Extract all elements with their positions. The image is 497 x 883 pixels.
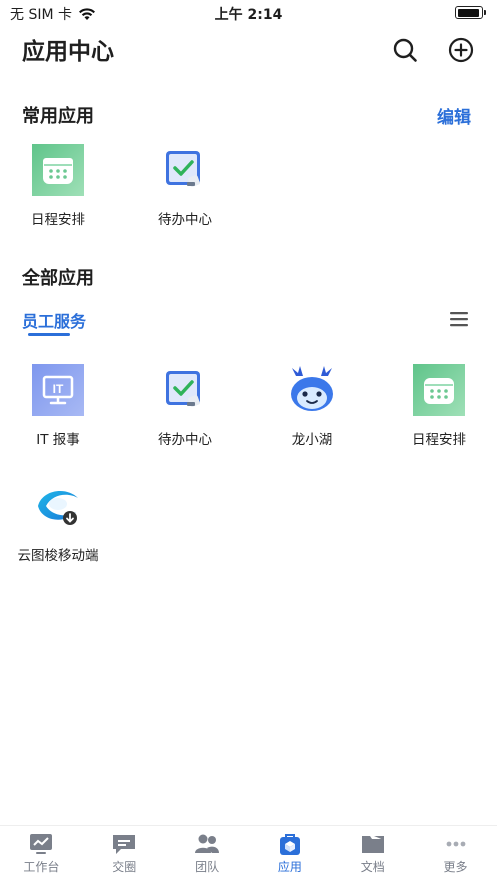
tab-label: 更多 [443,860,468,874]
app-label: IT 报事 [36,432,80,448]
header-actions [391,36,475,64]
tab-label: 应用 [277,860,302,874]
todo-icon [159,364,211,416]
app-label: 日程安排 [412,432,466,448]
tab-more[interactable]: 更多 [414,826,497,883]
tab-label: 工作台 [23,860,60,874]
chat-icon [113,835,136,854]
tab-team[interactable]: 团队 [166,826,249,883]
search-icon[interactable] [391,36,419,64]
folder-icon [361,836,384,853]
app-label: 待办中心 [158,432,212,448]
tab-label: 文档 [360,860,385,874]
status-time: 上午 2:14 [214,7,283,23]
cloud-app-icon [32,480,84,532]
more-icon [446,841,465,847]
app-item-todo[interactable]: 待办中心 [130,144,240,228]
it-report-icon: IT [32,364,84,416]
status-bar: 无 SIM 卡 上午 2:14 [0,0,497,26]
app-label: 龙小湖 [291,432,333,448]
tab-label: 团队 [195,860,220,874]
app-item-todo[interactable]: 待办中心 [130,364,240,448]
app-label: 云图梭移动端 [17,548,99,564]
app-label: 待办中心 [158,212,212,228]
apps-icon [279,834,300,855]
tab-chat[interactable]: 交圈 [83,826,166,883]
app-label: 日程安排 [31,212,85,228]
tab-docs[interactable]: 文档 [331,826,414,883]
all-apps-title: 全部应用 [22,268,94,289]
battery-icon [455,6,486,19]
edit-button[interactable]: 编辑 [437,103,471,128]
dragon-mascot-icon [286,364,338,416]
header: 应用中心 [22,36,475,68]
calendar-icon [413,364,465,416]
bottom-tab-bar: 工作台 交圈 团队 应用 文档 更多 [0,825,497,883]
app-item-calendar[interactable]: 日程安排 [384,364,494,448]
calendar-icon [32,144,84,196]
list-menu-icon[interactable] [449,310,469,328]
tab-employee-services[interactable]: 员工服务 [22,308,86,332]
tab-apps[interactable]: 应用 [248,826,331,883]
add-circle-icon[interactable] [447,36,475,64]
todo-icon [159,144,211,196]
app-item-cloud[interactable]: 云图梭移动端 [3,480,113,564]
it-icon-text: IT [53,382,64,396]
tab-workbench[interactable]: 工作台 [0,826,83,883]
team-icon [195,834,220,853]
tab-label: 交圈 [112,860,137,874]
frequent-apps-title: 常用应用 [22,106,94,127]
app-item-dragon[interactable]: 龙小湖 [257,364,367,448]
app-item-it-report[interactable]: IT IT 报事 [3,364,113,448]
app-item-calendar[interactable]: 日程安排 [3,144,113,228]
workbench-icon [30,834,53,854]
tab-underline [28,333,70,336]
